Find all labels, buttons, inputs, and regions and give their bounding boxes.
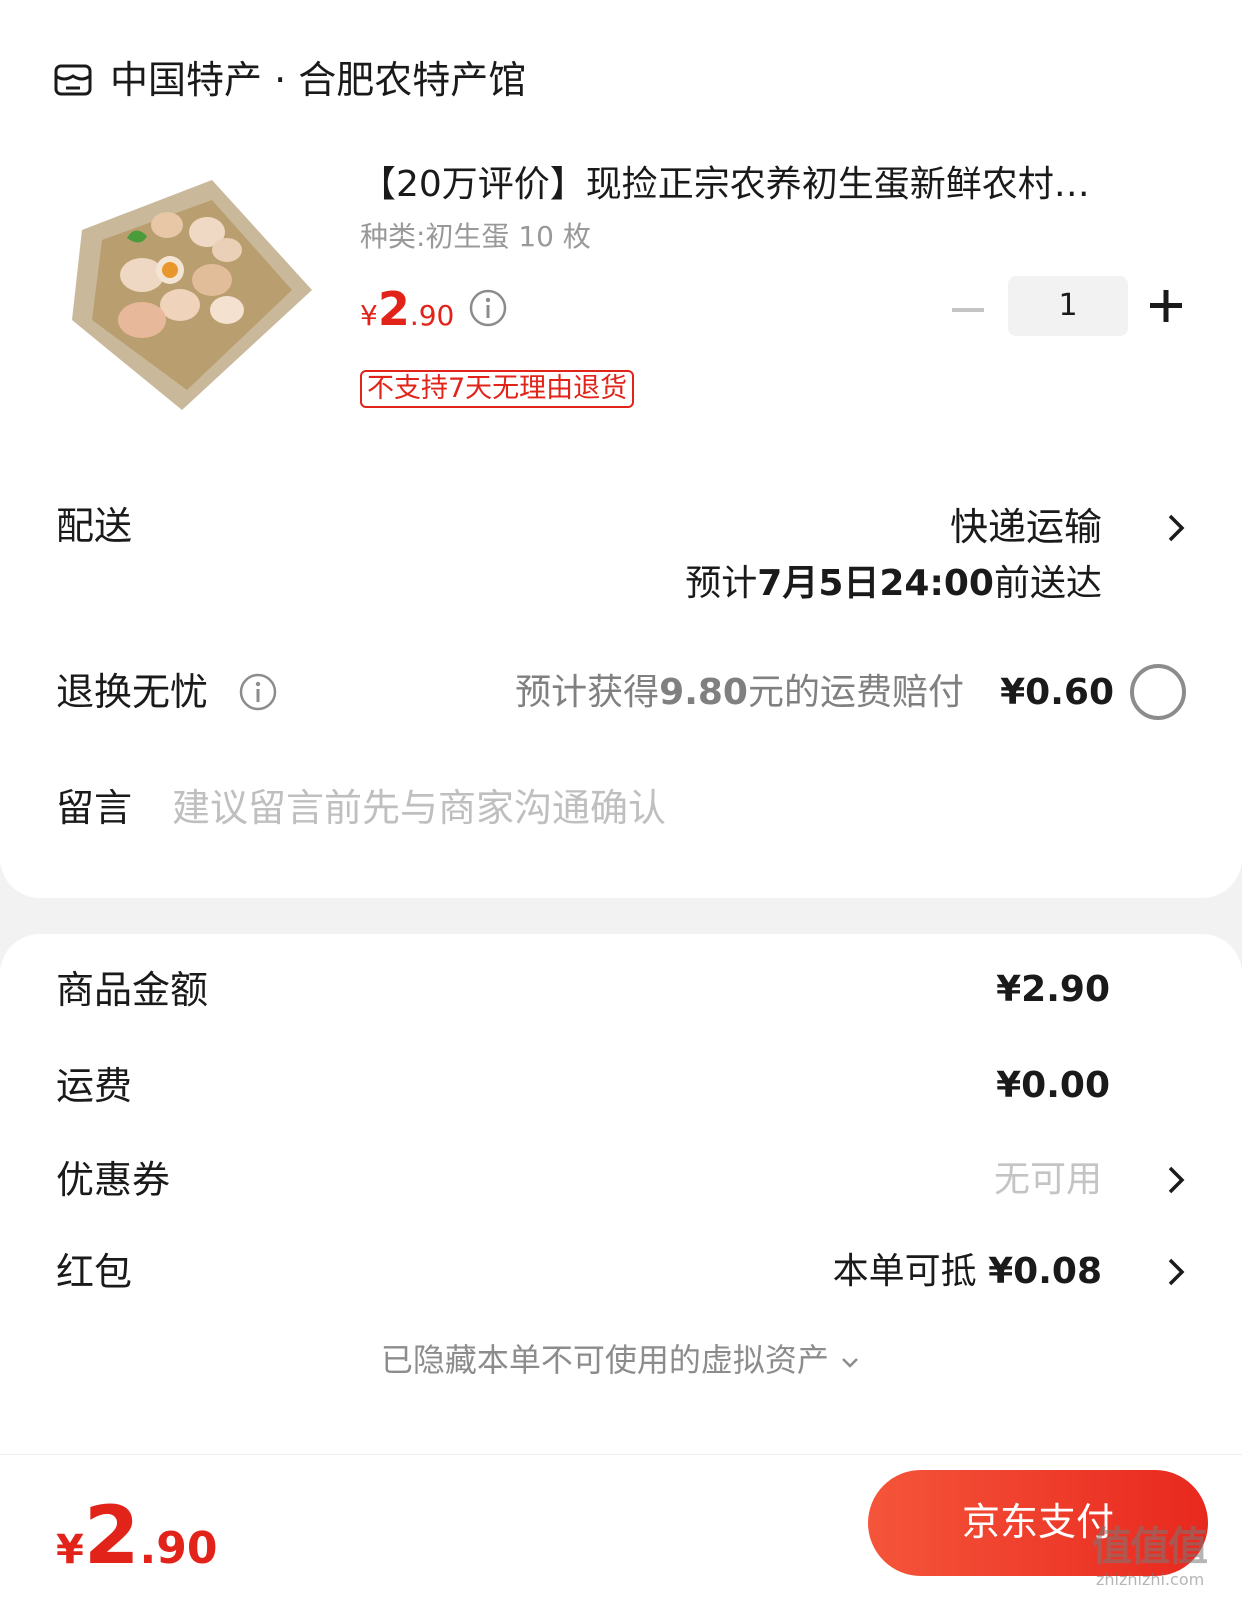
price-integer: 2 bbox=[377, 282, 410, 336]
product-price: ¥2.90 bbox=[360, 282, 454, 336]
chevron-right-icon[interactable] bbox=[1162, 1160, 1192, 1200]
goods-amount-label: 商品金额 bbox=[56, 968, 209, 1012]
shipping-value: ¥0.00 bbox=[996, 1065, 1110, 1106]
price-currency: ¥ bbox=[360, 299, 378, 332]
total-decimal: .90 bbox=[139, 1523, 218, 1574]
red-packet-amount: ¥0.08 bbox=[988, 1251, 1102, 1292]
total-integer: 2 bbox=[83, 1489, 140, 1582]
delivery-method[interactable]: 快递运输 bbox=[950, 502, 1102, 552]
total-currency: ¥ bbox=[56, 1527, 84, 1573]
watermark-url: zhizhizhi.com bbox=[1096, 1570, 1205, 1589]
product-spec[interactable]: 种类:初生蛋 10 枚 bbox=[360, 218, 591, 256]
total-price: ¥2.90 bbox=[56, 1496, 217, 1576]
shipping-label: 运费 bbox=[56, 1064, 133, 1108]
return-desc-suffix: 元的运费赔付 bbox=[747, 672, 964, 713]
decrease-quantity-button[interactable] bbox=[948, 290, 988, 330]
eta-suffix: 前送达 bbox=[993, 563, 1102, 604]
return-service-description: 预计获得9.80元的运费赔付 bbox=[515, 668, 964, 718]
shop-name[interactable]: 中国特产 · 合肥农特产馆 bbox=[110, 56, 526, 104]
quantity-field[interactable]: 1 bbox=[1008, 276, 1128, 336]
hidden-assets-text: 已隐藏本单不可使用的虚拟资产 bbox=[380, 1341, 829, 1379]
return-service-label: 退换无忧 bbox=[56, 670, 209, 714]
coupon-label: 优惠券 bbox=[56, 1158, 171, 1202]
chevron-right-icon[interactable] bbox=[1162, 1252, 1192, 1292]
message-input[interactable] bbox=[172, 780, 1172, 836]
coupon-value[interactable]: 无可用 bbox=[994, 1156, 1102, 1204]
chevron-down-icon bbox=[842, 1358, 858, 1368]
chevron-right-icon[interactable] bbox=[1162, 508, 1192, 548]
no-return-badge: 不支持7天无理由退货 bbox=[360, 370, 635, 408]
delivery-eta: 预计7月5日24:00前送达 bbox=[685, 560, 1102, 608]
eta-prefix: 预计 bbox=[685, 563, 758, 604]
return-desc-prefix: 预计获得 bbox=[515, 672, 660, 713]
watermark-logo: 值值值 bbox=[1092, 1524, 1208, 1570]
message-label: 留言 bbox=[56, 786, 133, 830]
red-packet-prefix: 本单可抵 bbox=[832, 1251, 977, 1292]
price-decimal: .90 bbox=[409, 299, 455, 332]
return-service-radio[interactable] bbox=[1130, 664, 1186, 720]
info-icon[interactable] bbox=[468, 288, 508, 328]
order-item-card: 中国特产 · 合肥农特产馆 【20万评价】现捡正宗农养初生蛋新鲜农村… 种类:初… bbox=[0, 0, 1242, 898]
increase-quantity-button[interactable] bbox=[1146, 286, 1186, 326]
red-packet-value[interactable]: 本单可抵 ¥0.08 bbox=[833, 1248, 1102, 1296]
eta-value: 7月5日24:00 bbox=[757, 563, 994, 604]
red-packet-label: 红包 bbox=[56, 1250, 133, 1294]
info-icon[interactable] bbox=[238, 672, 278, 712]
return-service-price: ¥0.60 bbox=[1000, 672, 1114, 713]
eggs-basket-image[interactable] bbox=[62, 170, 320, 420]
delivery-label: 配送 bbox=[56, 504, 133, 548]
shop-icon bbox=[54, 64, 92, 96]
hidden-assets-toggle[interactable]: 已隐藏本单不可使用的虚拟资产 bbox=[0, 1338, 1242, 1382]
return-desc-value: 9.80 bbox=[659, 672, 748, 713]
goods-amount-value: ¥2.90 bbox=[996, 969, 1110, 1010]
product-title[interactable]: 【20万评价】现捡正宗农养初生蛋新鲜农村… bbox=[360, 160, 1090, 210]
